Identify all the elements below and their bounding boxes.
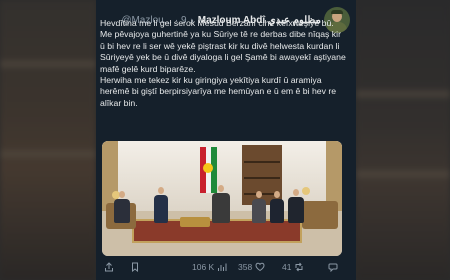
share-icon <box>105 262 113 272</box>
heart-icon <box>255 262 265 272</box>
like-button[interactable]: 358 <box>238 260 265 274</box>
views-count: 106 K <box>192 262 215 272</box>
tweet-paragraph: Hevdîtina me li gel serok Mesûd Berzanî … <box>100 18 334 28</box>
reply-icon <box>328 263 338 272</box>
reply-button[interactable] <box>328 260 341 274</box>
tweet-card: @Mazlou... · 9 د Mazloum Abdî مظلوم عبدي… <box>96 0 356 280</box>
share-button[interactable] <box>104 260 117 274</box>
retweets-count: 358 <box>238 262 253 272</box>
views-stat[interactable]: 106 K <box>192 260 227 274</box>
tweet-text: Hevdîtina me li gel serok Mesûd Berzanî … <box>100 18 348 109</box>
tweet-paragraph: Me pêvajoya guhertinê ya ku Sûriye tê re… <box>100 29 346 74</box>
views-icon <box>218 263 227 271</box>
bookmark-button[interactable] <box>130 260 143 274</box>
bookmark-icon <box>132 262 138 272</box>
retweet-button[interactable]: 41 <box>282 260 304 274</box>
retweet-icon <box>295 262 303 272</box>
tweet-paragraph: Herwiha me tekez kir ku giringiya yekîti… <box>100 75 337 108</box>
tweet-actions: 106 K 358 41 <box>96 260 356 274</box>
likes-count: 41 <box>282 262 292 272</box>
blurred-background-right <box>356 0 450 280</box>
tweet-photo[interactable] <box>102 141 342 256</box>
blurred-background-left <box>0 0 96 280</box>
